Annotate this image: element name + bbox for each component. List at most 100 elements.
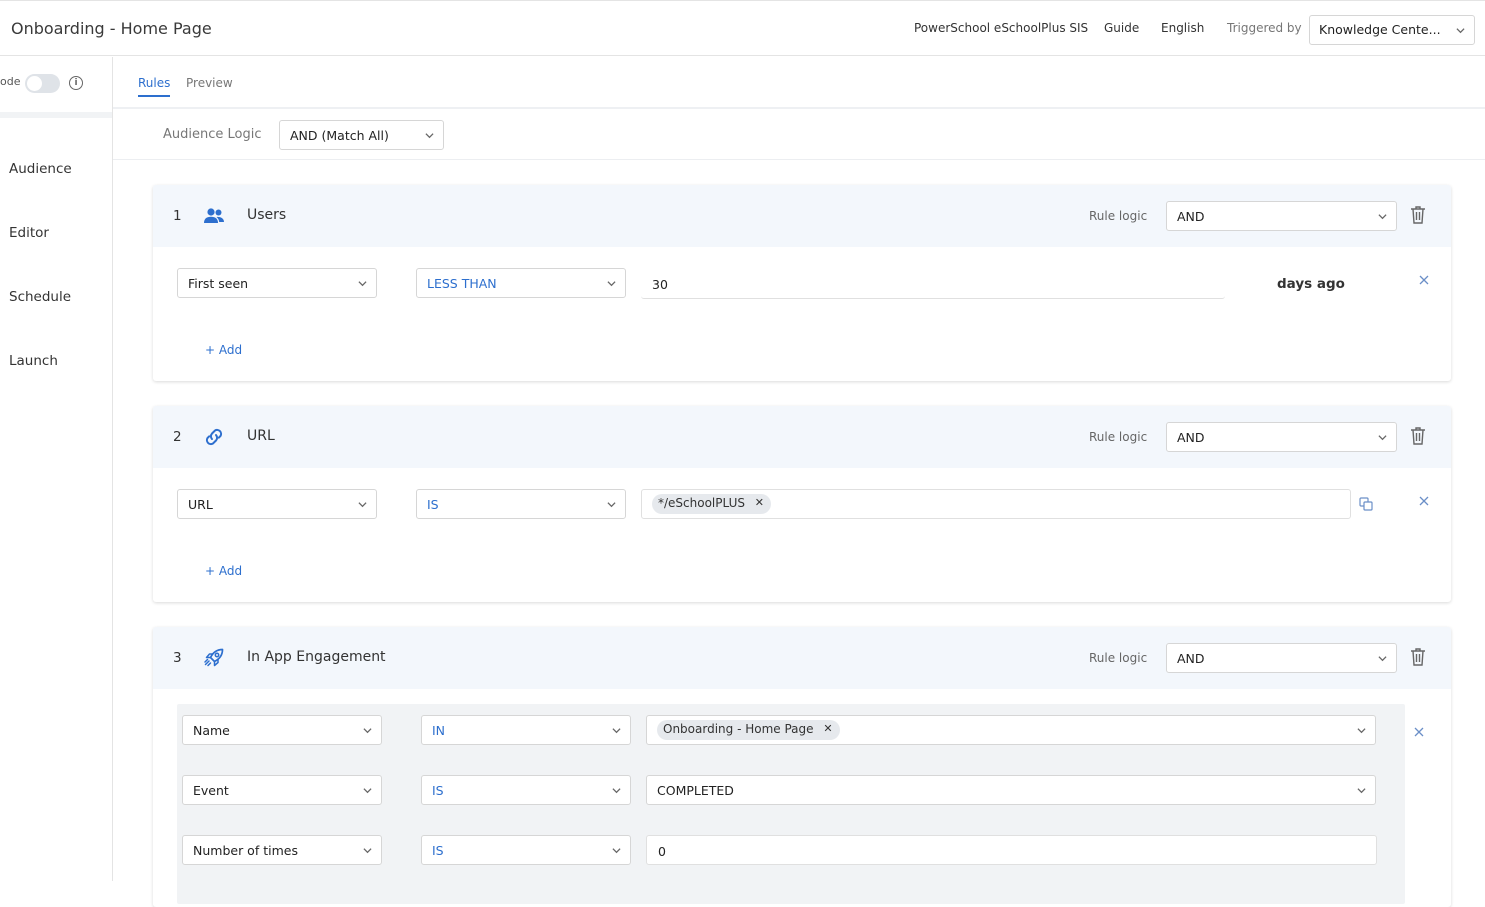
rule-header: 2 URL Rule logic AND	[153, 406, 1451, 468]
condition-field-select[interactable]: Name	[182, 715, 382, 745]
chevron-down-icon	[1378, 435, 1387, 441]
condition-field-select[interactable]: First seen	[177, 268, 377, 298]
mode-toggle[interactable]	[25, 74, 60, 93]
rule-number: 1	[173, 208, 182, 224]
chevron-down-icon	[363, 848, 372, 854]
rule-logic-label: Rule logic	[1089, 430, 1148, 444]
rule-number: 2	[173, 429, 182, 445]
rule-logic-value: AND	[1177, 651, 1205, 666]
mode-label: ode	[0, 75, 21, 88]
top-header: Onboarding - Home Page PowerSchool eScho…	[0, 0, 1485, 56]
left-sidebar: ode i Audience Editor Schedule Launch	[0, 57, 113, 881]
toggle-knob	[27, 76, 42, 91]
chevron-down-icon	[363, 788, 372, 794]
rule-card-users: 1 Users Rule logic AND First seen LESS T…	[153, 185, 1451, 381]
close-icon[interactable]	[1413, 726, 1425, 738]
rule-logic-select[interactable]: AND	[1166, 643, 1397, 673]
chevron-down-icon	[358, 281, 367, 287]
condition-operator-select[interactable]: LESS THAN	[416, 268, 626, 298]
page-title: Onboarding - Home Page	[11, 19, 212, 38]
close-icon[interactable]	[1418, 274, 1430, 286]
condition-operator-select[interactable]: IS	[416, 489, 626, 519]
add-condition-link[interactable]: + Add	[205, 343, 242, 357]
condition-operator-select[interactable]: IS	[421, 835, 631, 865]
chevron-down-icon	[612, 848, 621, 854]
condition-operator-value: IS	[432, 783, 444, 798]
link-icon	[205, 428, 223, 446]
rule-card-in-app-engagement: 3 In App Engagement Rule logic AND Name …	[153, 627, 1451, 907]
chevron-down-icon	[1378, 656, 1387, 662]
triggered-by-label: Triggered by	[1227, 21, 1302, 35]
tab-preview[interactable]: Preview	[186, 76, 233, 90]
rule-header: 1 Users Rule logic AND	[153, 185, 1451, 247]
engagement-conditions-group: Name IN Onboarding - Home Page ✕ Event I…	[177, 704, 1405, 904]
rule-logic-select[interactable]: AND	[1166, 422, 1397, 452]
chevron-down-icon	[1456, 28, 1465, 34]
language-selector[interactable]: English	[1161, 21, 1204, 35]
triggered-by-select[interactable]: Knowledge Cente...	[1309, 15, 1475, 45]
chevron-down-icon	[607, 281, 616, 287]
chevron-down-icon	[363, 728, 372, 734]
condition-field-value: First seen	[188, 276, 249, 291]
name-multiselect[interactable]: Onboarding - Home Page ✕	[646, 715, 1376, 745]
chevron-down-icon	[425, 133, 434, 139]
name-chip-label: Onboarding - Home Page	[663, 722, 814, 736]
add-condition-link[interactable]: + Add	[205, 564, 242, 578]
url-chip: */eSchoolPLUS ✕	[652, 494, 771, 514]
condition-field-select[interactable]: Event	[182, 775, 382, 805]
condition-operator-select[interactable]: IN	[421, 715, 631, 745]
chevron-down-icon	[1357, 728, 1366, 734]
rule-logic-value: AND	[1177, 430, 1205, 445]
sidebar-item-launch[interactable]: Launch	[9, 353, 58, 369]
guide-link[interactable]: Guide	[1104, 21, 1139, 35]
audience-logic-select[interactable]: AND (Match All)	[279, 120, 444, 150]
condition-suffix: days ago	[1277, 276, 1345, 292]
info-icon[interactable]: i	[69, 76, 83, 90]
condition-value-input[interactable]: 30	[641, 269, 1225, 299]
condition-field-value: Number of times	[193, 843, 298, 858]
event-select[interactable]: COMPLETED	[646, 775, 1376, 805]
audience-logic-label: Audience Logic	[163, 127, 262, 142]
url-tags-input[interactable]: */eSchoolPLUS ✕	[641, 489, 1351, 519]
condition-operator-select[interactable]: IS	[421, 775, 631, 805]
rule-card-url: 2 URL Rule logic AND URL IS */eSchoolPLU…	[153, 406, 1451, 602]
rule-title: In App Engagement	[247, 649, 386, 665]
sidebar-item-schedule[interactable]: Schedule	[9, 289, 71, 305]
condition-field-select[interactable]: Number of times	[182, 835, 382, 865]
rocket-icon	[204, 648, 224, 667]
condition-operator-value: IS	[432, 843, 444, 858]
rule-logic-select[interactable]: AND	[1166, 201, 1397, 231]
audience-logic-value: AND (Match All)	[290, 128, 389, 143]
rule-logic-label: Rule logic	[1089, 651, 1148, 665]
tab-rules[interactable]: Rules	[138, 76, 171, 97]
rule-number: 3	[173, 650, 182, 666]
chevron-down-icon	[612, 728, 621, 734]
chip-remove-icon[interactable]: ✕	[755, 496, 764, 509]
trash-icon[interactable]	[1410, 426, 1426, 446]
trash-icon[interactable]	[1410, 205, 1426, 225]
chevron-down-icon	[612, 788, 621, 794]
trash-icon[interactable]	[1410, 647, 1426, 667]
chip-remove-icon[interactable]: ✕	[823, 722, 832, 735]
number-of-times-input[interactable]: 0	[646, 835, 1377, 865]
app-name-link[interactable]: PowerSchool eSchoolPlus SIS	[914, 21, 1088, 35]
condition-operator-value: IS	[427, 497, 439, 512]
rule-title: Users	[247, 207, 287, 223]
condition-operator-value: LESS THAN	[427, 276, 497, 291]
copy-icon[interactable]	[1359, 497, 1373, 511]
sidebar-item-audience[interactable]: Audience	[9, 161, 72, 177]
chevron-down-icon	[607, 502, 616, 508]
mode-controls: ode i	[0, 57, 112, 118]
tabs-bar: Rules Preview	[113, 57, 1485, 109]
audience-logic-row: Audience Logic AND (Match All)	[113, 110, 1485, 160]
sidebar-item-editor[interactable]: Editor	[9, 225, 49, 241]
close-icon[interactable]	[1418, 495, 1430, 507]
condition-operator-value: IN	[432, 723, 446, 738]
condition-field-select[interactable]: URL	[177, 489, 377, 519]
rule-header: 3 In App Engagement Rule logic AND	[153, 627, 1451, 689]
condition-field-value: Event	[193, 783, 229, 798]
chevron-down-icon	[358, 502, 367, 508]
event-value: COMPLETED	[657, 783, 734, 798]
name-chip: Onboarding - Home Page ✕	[657, 720, 840, 740]
url-chip-label: */eSchoolPLUS	[658, 496, 745, 510]
